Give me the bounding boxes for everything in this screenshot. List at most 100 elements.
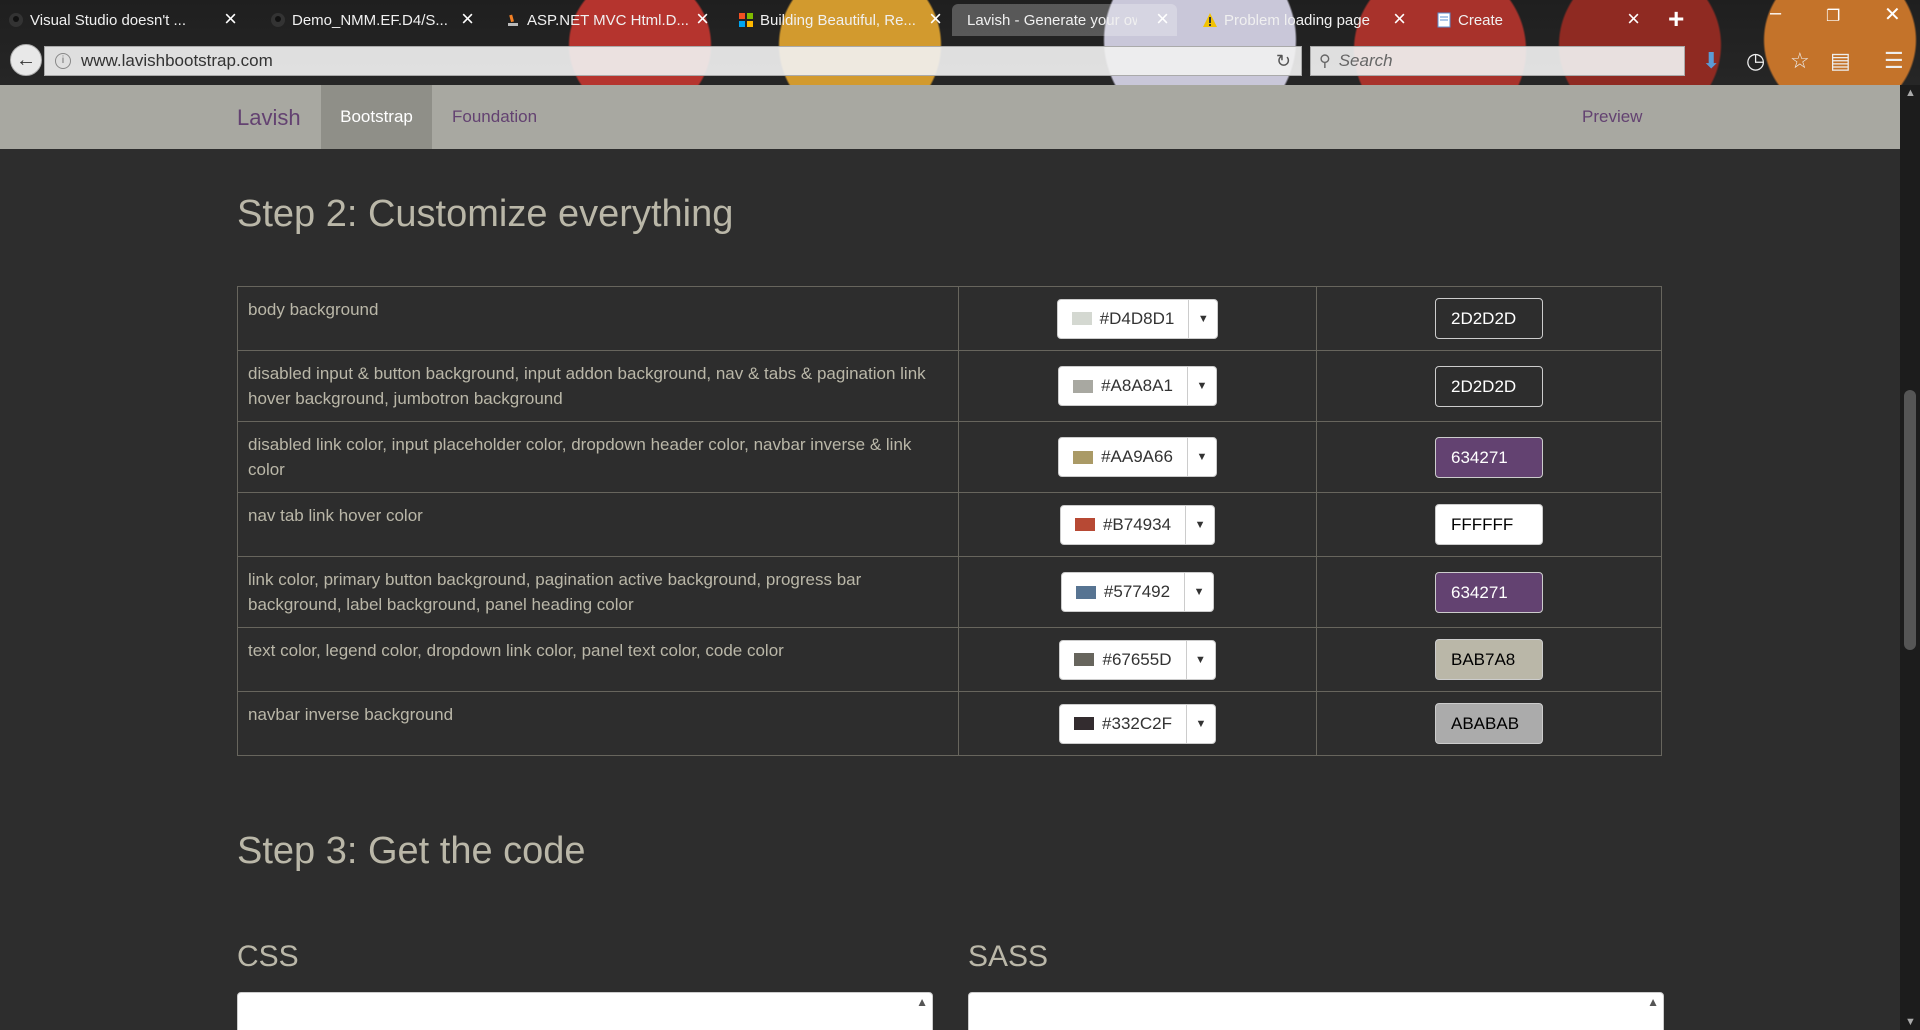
color-picker-dropdown[interactable]: #B74934 ▼ [1059, 504, 1216, 545]
css-label: CSS [237, 940, 299, 973]
caret-down-icon[interactable]: ▼ [1184, 572, 1213, 612]
color-picker-dropdown[interactable]: #577492 ▼ [1060, 572, 1215, 612]
menu-icon[interactable]: ☰ [1884, 48, 1904, 74]
customize-row: disabled input & button background, inpu… [237, 350, 1662, 422]
browser-tab[interactable]: Building Beautiful, Re... × [730, 4, 950, 36]
stackoverflow-icon [508, 14, 518, 26]
close-icon[interactable]: × [1393, 8, 1406, 30]
variable-description: link color, primary button background, p… [237, 556, 959, 628]
color-picker-cell: #A8A8A1 ▼ [958, 350, 1317, 422]
download-icon[interactable]: ⬇ [1702, 48, 1720, 74]
scroll-up-icon[interactable]: ▲ [916, 995, 928, 1009]
step3-heading: Step 3: Get the code [237, 830, 586, 872]
value-cell: ABABAB [1316, 691, 1662, 756]
close-icon[interactable]: × [224, 8, 237, 30]
color-picker-cell: #67655D ▼ [958, 627, 1317, 692]
scrollbar-thumb[interactable] [1904, 390, 1916, 650]
history-icon[interactable]: ◷ [1746, 48, 1765, 74]
variable-description: text color, legend color, dropdown link … [237, 627, 959, 692]
close-icon[interactable]: × [461, 8, 474, 30]
color-value-input[interactable]: 634271 [1435, 436, 1543, 478]
restore-icon[interactable]: ❐ [1826, 6, 1840, 26]
color-value-input[interactable]: ABABAB [1435, 703, 1543, 744]
caret-down-icon[interactable]: ▼ [1185, 504, 1214, 545]
browser-tab[interactable]: Demo_NMM.EF.D4/S... × [262, 4, 482, 36]
scroll-up-icon[interactable]: ▲ [1905, 87, 1916, 99]
url-text: www.lavishbootstrap.com [81, 51, 273, 70]
info-icon[interactable]: i [55, 53, 71, 69]
caret-down-icon[interactable]: ▼ [1186, 437, 1216, 477]
sass-label: SASS [968, 940, 1049, 973]
caret-down-icon[interactable]: ▼ [1186, 366, 1216, 406]
customize-row: nav tab link hover color #B74934 ▼ FFFFFF [237, 492, 1662, 557]
tab-title: ASP.NET MVC Html.D... [527, 11, 689, 29]
browser-tab[interactable]: Problem loading page × [1194, 4, 1414, 36]
microsoft-icon [739, 13, 753, 27]
tab-title: Create [1458, 11, 1504, 29]
color-swatch [1074, 518, 1095, 531]
scroll-down-icon[interactable]: ▼ [1905, 1016, 1916, 1028]
tab-title: Demo_NMM.EF.D4/S... [292, 11, 448, 29]
sass-output-textarea[interactable]: ▲ [968, 992, 1664, 1030]
close-icon[interactable]: × [1627, 8, 1640, 30]
caret-down-icon[interactable]: ▼ [1185, 639, 1215, 680]
customize-row: disabled link color, input placeholder c… [237, 421, 1662, 493]
close-icon[interactable]: × [1156, 8, 1169, 30]
color-picker-cell: #577492 ▼ [958, 556, 1317, 628]
color-picker-dropdown[interactable]: #332C2F ▼ [1059, 703, 1216, 744]
color-value-input[interactable]: 634271 [1435, 571, 1543, 613]
bookmark-star-icon[interactable]: ☆ [1790, 48, 1810, 74]
page-scrollbar[interactable]: ▲ ▼ [1900, 85, 1920, 1030]
variable-description: disabled input & button background, inpu… [237, 350, 959, 422]
brand-link[interactable]: Lavish [237, 105, 301, 131]
variable-description: nav tab link hover color [237, 492, 959, 557]
color-swatch [1073, 379, 1094, 393]
value-cell: 634271 [1316, 556, 1662, 628]
color-picker-dropdown[interactable]: #67655D ▼ [1059, 639, 1216, 680]
site-navbar: Lavish Bootstrap Foundation Preview [0, 85, 1900, 149]
search-input[interactable]: ⚲ Search [1310, 46, 1685, 76]
color-value-input[interactable]: FFFFFF [1435, 504, 1543, 545]
browser-toolbar: ← i www.lavishbootstrap.com ↻ ⚲ Search ⬇… [0, 42, 1920, 82]
reload-icon[interactable]: ↻ [1276, 51, 1291, 72]
color-picker-cell: #B74934 ▼ [958, 492, 1317, 557]
back-arrow-icon[interactable]: ← [10, 44, 42, 76]
caret-down-icon[interactable]: ▼ [1188, 298, 1217, 339]
color-picker-dropdown[interactable]: #A8A8A1 ▼ [1058, 366, 1217, 406]
nav-item-bootstrap[interactable]: Bootstrap [321, 85, 432, 149]
page-content: Lavish Bootstrap Foundation Preview Step… [0, 85, 1900, 1030]
nav-item-preview[interactable]: Preview [1582, 107, 1642, 127]
minimize-icon[interactable]: – [1770, 2, 1781, 25]
css-output-textarea[interactable]: ▲ [237, 992, 933, 1030]
scroll-up-icon[interactable]: ▲ [1647, 995, 1659, 1009]
color-swatch [1071, 312, 1092, 325]
close-icon[interactable]: × [696, 8, 709, 30]
new-tab-icon[interactable]: + [1668, 4, 1684, 34]
value-cell: BAB7A8 [1316, 627, 1662, 692]
browser-chrome: Visual Studio doesn't ... × Demo_NMM.EF.… [0, 0, 1920, 85]
color-hex-value: #577492 [1103, 582, 1171, 601]
window-close-icon[interactable]: ✕ [1884, 2, 1901, 27]
customize-row: body background #D4D8D1 ▼ 2D2D2D [237, 286, 1662, 351]
color-value-input[interactable]: 2D2D2D [1435, 365, 1543, 407]
github-icon [9, 13, 23, 27]
color-picker-cell: #D4D8D1 ▼ [958, 286, 1317, 351]
color-value-input[interactable]: 2D2D2D [1435, 298, 1543, 339]
nav-item-foundation[interactable]: Foundation [452, 107, 537, 127]
value-cell: FFFFFF [1316, 492, 1662, 557]
color-picker-dropdown[interactable]: #AA9A66 ▼ [1058, 437, 1217, 477]
color-value-input[interactable]: BAB7A8 [1435, 639, 1543, 680]
caret-down-icon[interactable]: ▼ [1185, 703, 1215, 744]
color-picker-dropdown[interactable]: #D4D8D1 ▼ [1056, 298, 1219, 339]
color-hex-value: #AA9A66 [1101, 447, 1173, 466]
browser-tab[interactable]: Visual Studio doesn't ... × [0, 4, 245, 36]
reading-list-icon[interactable]: ▤ [1830, 48, 1851, 74]
search-placeholder: Search [1338, 51, 1393, 70]
browser-tab-active[interactable]: Lavish - Generate your ow... × [952, 4, 1177, 36]
address-bar[interactable]: i www.lavishbootstrap.com ↻ [44, 46, 1302, 76]
browser-tab[interactable]: ASP.NET MVC Html.D... × [497, 4, 717, 36]
color-swatch [1075, 585, 1096, 599]
variable-description: navbar inverse background [237, 691, 959, 756]
close-icon[interactable]: × [929, 8, 942, 30]
browser-tab[interactable]: Create × [1428, 4, 1648, 36]
